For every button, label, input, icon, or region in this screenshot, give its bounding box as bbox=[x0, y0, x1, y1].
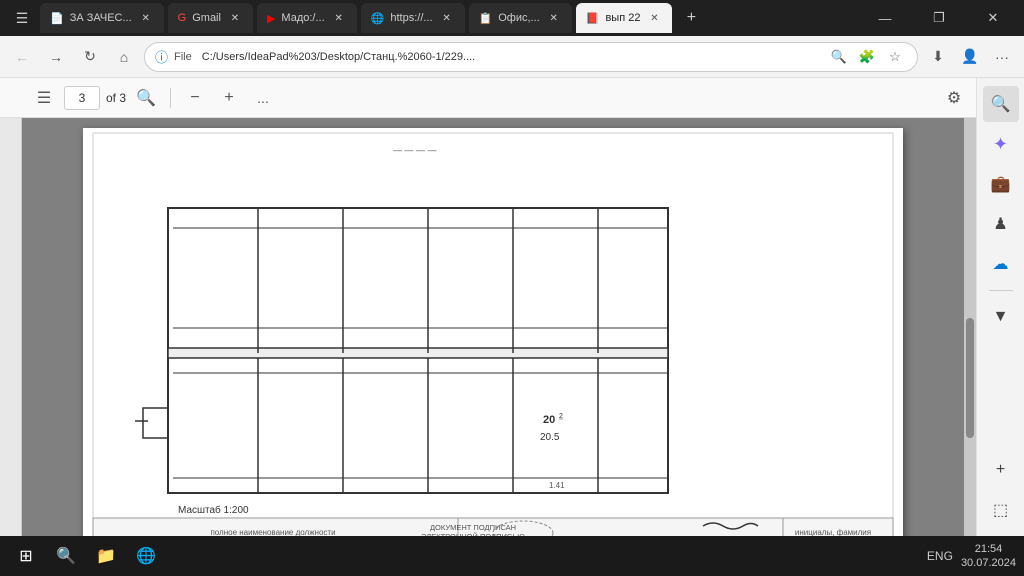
clock-time: 21:54 bbox=[961, 542, 1016, 556]
page-number-input[interactable] bbox=[64, 86, 100, 110]
zoom-out-button[interactable]: − bbox=[181, 84, 209, 112]
clock-date: 30.07.2024 bbox=[961, 556, 1016, 570]
sidebar-toggle-btn[interactable]: ☰ bbox=[8, 4, 36, 32]
tab-2-icon: G bbox=[178, 12, 187, 24]
tab-5-close[interactable]: ✕ bbox=[546, 10, 562, 26]
pdf-menu-button[interactable]: ☰ bbox=[30, 84, 58, 112]
address-bar[interactable]: ⓘ File C:/Users/IdeaPad%203/Desktop/Стан… bbox=[144, 42, 918, 72]
tab-1[interactable]: 📄 ЗА ЗАЧЕС... ✕ bbox=[40, 3, 164, 33]
pdf-search-button[interactable]: 🔍 bbox=[132, 84, 160, 112]
tab-2-label: Gmail bbox=[192, 12, 221, 24]
tab-3-label: Мадо:/... bbox=[281, 12, 324, 24]
new-tab-button[interactable]: + bbox=[676, 3, 706, 33]
titlebar: ☰ 📄 ЗА ЗАЧЕС... ✕ G Gmail ✕ ▶ Мадо:/... … bbox=[0, 0, 1024, 36]
tab-4-icon: 🌐 bbox=[371, 12, 385, 25]
taskbar-clock: 21:54 30.07.2024 bbox=[961, 542, 1016, 571]
search-address-icon[interactable]: 🔍 bbox=[827, 45, 851, 69]
tab-3-icon: ▶ bbox=[267, 12, 275, 25]
extensions-icon[interactable]: 🧩 bbox=[855, 45, 879, 69]
tab-1-label: ЗА ЗАЧЕС... bbox=[70, 12, 132, 24]
forward-button[interactable]: → bbox=[42, 43, 70, 71]
add-sidebar-btn[interactable]: + bbox=[983, 452, 1019, 488]
scroll-down-btn[interactable]: ▼ bbox=[983, 299, 1019, 335]
toolbar-right: ⬇ 👤 ··· bbox=[924, 43, 1016, 71]
info-icon: ⓘ bbox=[155, 47, 168, 66]
system-tray: ENG bbox=[927, 549, 953, 563]
address-text: C:/Users/IdeaPad%203/Desktop/Станц.%2060… bbox=[202, 51, 821, 63]
viewer-area: ☰ of 3 🔍 − + ... ⚙ — — — — bbox=[0, 78, 976, 576]
tab-3[interactable]: ▶ Мадо:/... ✕ bbox=[257, 3, 357, 33]
game-sidebar-btn[interactable]: ♟ bbox=[983, 206, 1019, 242]
back-button[interactable]: ← bbox=[8, 43, 36, 71]
pdf-content[interactable]: — — — — bbox=[0, 118, 976, 576]
scrollbar-track[interactable] bbox=[964, 118, 976, 576]
home-button[interactable]: ⌂ bbox=[110, 43, 138, 71]
svg-text:20.5: 20.5 bbox=[540, 432, 560, 443]
addressbar: ← → ↻ ⌂ ⓘ File C:/Users/IdeaPad%203/Desk… bbox=[0, 36, 1024, 78]
tab-5-icon: 📋 bbox=[479, 12, 493, 25]
tab-6-label: вып 22 bbox=[605, 12, 640, 24]
tab-6-icon: 📕 bbox=[586, 12, 600, 25]
taskbar-search[interactable]: 🔍 bbox=[48, 538, 84, 574]
reload-button[interactable]: ↻ bbox=[76, 43, 104, 71]
pdf-page: — — — — bbox=[83, 128, 903, 551]
tab-1-icon: 📄 bbox=[50, 12, 64, 25]
zoom-in-button[interactable]: + bbox=[215, 84, 243, 112]
file-label: File bbox=[174, 51, 192, 63]
taskbar-files[interactable]: 📁 bbox=[88, 538, 124, 574]
tab-6-close[interactable]: ✕ bbox=[646, 10, 662, 26]
maximize-button[interactable]: ❐ bbox=[916, 3, 962, 33]
blueprint-svg: — — — — bbox=[83, 128, 903, 548]
tab-3-close[interactable]: ✕ bbox=[331, 10, 347, 26]
ai-sidebar-btn[interactable]: ✦ bbox=[983, 126, 1019, 162]
tab-4[interactable]: 🌐 https://... ✕ bbox=[361, 3, 465, 33]
taskbar-browser[interactable]: 🌐 bbox=[128, 538, 164, 574]
minimize-button[interactable]: — bbox=[862, 3, 908, 33]
right-panel: 🔍 ✦ 💼 ♟ ☁ ▼ + ⬚ ⚙ bbox=[976, 78, 1024, 576]
tab-4-close[interactable]: ✕ bbox=[439, 10, 455, 26]
tab-5[interactable]: 📋 Офис,... ✕ bbox=[469, 3, 572, 33]
pdf-more-button[interactable]: ... bbox=[249, 84, 277, 112]
tab-5-label: Офис,... bbox=[498, 12, 539, 24]
tools-sidebar-btn[interactable]: 💼 bbox=[983, 166, 1019, 202]
pdf-search-sidebar-btn[interactable]: 🔍 bbox=[983, 86, 1019, 122]
svg-text:Масштаб 1:200: Масштаб 1:200 bbox=[178, 504, 249, 516]
toolbar-separator bbox=[170, 88, 171, 108]
taskbar: ⊞ 🔍 📁 🌐 ENG 21:54 30.07.2024 bbox=[0, 536, 1024, 576]
window-controls: — ❐ ✕ bbox=[862, 3, 1016, 33]
language-indicator: ENG bbox=[927, 549, 953, 563]
download-icon[interactable]: ⬇ bbox=[924, 43, 952, 71]
start-button[interactable]: ⊞ bbox=[8, 538, 44, 574]
profile-icon[interactable]: 👤 bbox=[956, 43, 984, 71]
copilot-sidebar-btn[interactable]: ☁ bbox=[983, 246, 1019, 282]
taskbar-right: ENG 21:54 30.07.2024 bbox=[927, 542, 1016, 571]
pdf-toolbar: ☰ of 3 🔍 − + ... ⚙ bbox=[0, 78, 976, 118]
tab-2-close[interactable]: ✕ bbox=[227, 10, 243, 26]
tab-6[interactable]: 📕 вып 22 ✕ bbox=[576, 3, 673, 33]
pdf-settings-button[interactable]: ⚙ bbox=[940, 84, 968, 112]
sidebar-separator bbox=[989, 290, 1013, 291]
more-options-icon[interactable]: ··· bbox=[988, 43, 1016, 71]
tab-4-label: https://... bbox=[390, 12, 432, 24]
tab-2[interactable]: G Gmail ✕ bbox=[168, 3, 253, 33]
scrollbar-thumb[interactable] bbox=[966, 318, 974, 438]
import-sidebar-btn[interactable]: ⬚ bbox=[983, 492, 1019, 528]
svg-text:20: 20 bbox=[543, 414, 555, 426]
svg-text:1.41: 1.41 bbox=[549, 481, 565, 490]
close-button[interactable]: ✕ bbox=[970, 3, 1016, 33]
address-icons: 🔍 🧩 ☆ bbox=[827, 45, 907, 69]
svg-text:— — — —: — — — — bbox=[393, 145, 437, 155]
page-total-label: of 3 bbox=[106, 91, 126, 105]
svg-text:ДОКУМЕНТ ПОДПИСАН: ДОКУМЕНТ ПОДПИСАН bbox=[430, 523, 516, 532]
tab-1-close[interactable]: ✕ bbox=[138, 10, 154, 26]
favorites-icon[interactable]: ☆ bbox=[883, 45, 907, 69]
